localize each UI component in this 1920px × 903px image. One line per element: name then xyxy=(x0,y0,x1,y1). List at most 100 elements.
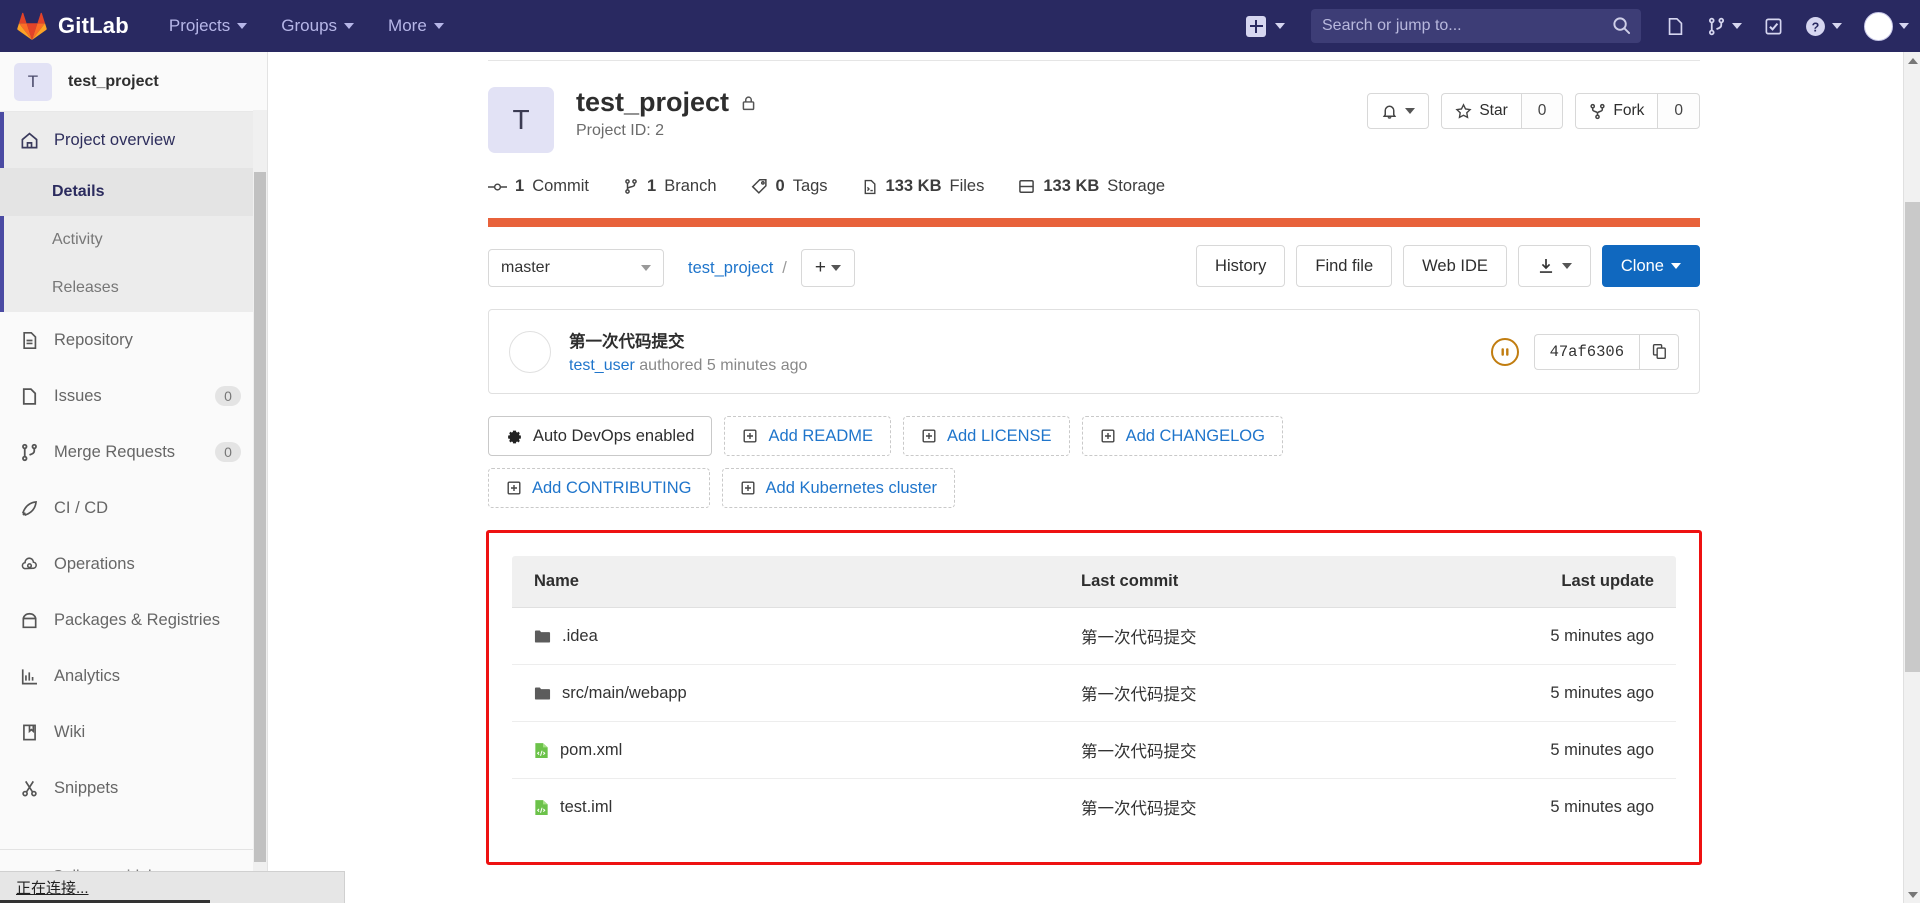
nav-groups[interactable]: Groups xyxy=(281,0,355,52)
add-readme-button[interactable]: Add README xyxy=(724,416,891,456)
notification-button[interactable] xyxy=(1367,93,1430,129)
sidebar-item-repository[interactable]: Repository xyxy=(0,312,267,368)
chevron-down-icon xyxy=(1405,108,1416,114)
sidebar-scrollbar-thumb[interactable] xyxy=(254,172,266,862)
new-item-button[interactable] xyxy=(1246,15,1285,37)
stat-branches[interactable]: 1 Branch xyxy=(623,177,717,196)
commit-right-group: 47af6306 xyxy=(1490,333,1679,370)
sidebar-item-issues[interactable]: Issues 0 xyxy=(0,368,267,424)
sidebar-subitem-releases[interactable]: Releases xyxy=(0,264,267,312)
auto-devops-button[interactable]: Auto DevOps enabled xyxy=(488,416,713,456)
breadcrumb-root[interactable]: test_project xyxy=(688,259,773,278)
file-link[interactable]: test.iml xyxy=(534,798,1037,817)
file-icon xyxy=(862,178,878,196)
sidebar-project-avatar: T xyxy=(14,62,52,101)
file-name: src/main/webapp xyxy=(562,683,687,702)
sidebar-item-packages-registries[interactable]: Packages & Registries xyxy=(0,592,267,648)
file-commit-cell[interactable]: 第一次代码提交 xyxy=(1059,664,1479,722)
stat-commits-label: Commit xyxy=(532,177,590,195)
merge-requests-nav-button[interactable] xyxy=(1696,0,1753,52)
table-row[interactable]: .idea 第一次代码提交 5 minutes ago xyxy=(512,607,1676,665)
plus-icon: + xyxy=(814,257,826,278)
search-input[interactable] xyxy=(1322,17,1630,35)
file-link[interactable]: src/main/webapp xyxy=(534,684,1037,703)
page-title: test_project xyxy=(576,87,730,117)
chevron-down-icon xyxy=(1899,23,1909,29)
fork-button[interactable]: Fork xyxy=(1575,93,1658,129)
sidebar-scrollbar-track[interactable] xyxy=(253,110,267,903)
sidebar-project-header[interactable]: T test_project xyxy=(0,52,267,112)
stat-tags[interactable]: 0 Tags xyxy=(751,177,828,196)
quick-action-label: Add README xyxy=(768,426,873,445)
sidebar-subitem-details[interactable]: Details xyxy=(0,168,267,216)
plus-box-icon xyxy=(740,480,756,496)
help-icon: ? xyxy=(1805,16,1826,37)
star-button[interactable]: Star xyxy=(1441,93,1521,129)
file-link[interactable]: .idea xyxy=(534,627,1037,646)
language-bar[interactable] xyxy=(488,218,1700,227)
quick-action-label: Add CONTRIBUTING xyxy=(532,478,692,497)
gitlab-logo-icon[interactable] xyxy=(12,0,52,52)
file-commit-cell[interactable]: 第一次代码提交 xyxy=(1059,721,1479,779)
scroll-down-button[interactable] xyxy=(1904,886,1920,903)
add-to-tree-button[interactable]: + xyxy=(800,249,855,287)
nav-projects[interactable]: Projects xyxy=(169,0,248,52)
sidebar-item-snippets[interactable]: Snippets xyxy=(0,760,267,816)
stat-storage[interactable]: 133 KB Storage xyxy=(1018,177,1165,196)
file-link[interactable]: pom.xml xyxy=(534,741,1037,760)
sidebar-badge-issues: 0 xyxy=(215,386,241,406)
add-changelog-button[interactable]: Add CHANGELOG xyxy=(1081,416,1283,456)
add-contributing-button[interactable]: Add CONTRIBUTING xyxy=(488,468,710,508)
todos-nav-button[interactable] xyxy=(1753,0,1794,52)
add-kubernetes-cluster-button[interactable]: Add Kubernetes cluster xyxy=(721,468,956,508)
clone-button[interactable]: Clone xyxy=(1601,245,1700,287)
table-row[interactable]: src/main/webapp 第一次代码提交 5 minutes ago xyxy=(512,664,1676,722)
download-button[interactable] xyxy=(1517,245,1591,287)
user-menu-button[interactable] xyxy=(1853,0,1920,52)
find-file-button[interactable]: Find file xyxy=(1296,245,1393,287)
copy-icon[interactable] xyxy=(1639,333,1679,370)
rocket-icon xyxy=(20,499,39,518)
sidebar-item-analytics[interactable]: Analytics xyxy=(0,648,267,704)
column-header-name: Name xyxy=(512,556,1060,608)
sidebar-subitem-activity[interactable]: Activity xyxy=(0,216,267,264)
table-row[interactable]: pom.xml 第一次代码提交 5 minutes ago xyxy=(512,721,1676,779)
sidebar-subitem-label: Details xyxy=(52,183,105,200)
page-scrollbar-thumb[interactable] xyxy=(1905,202,1920,672)
issues-nav-button[interactable] xyxy=(1655,0,1696,52)
plus-box-icon xyxy=(921,428,937,444)
page-scrollbar[interactable] xyxy=(1903,52,1920,903)
sidebar-item-wiki[interactable]: Wiki xyxy=(0,704,267,760)
pipeline-pending-icon[interactable] xyxy=(1490,337,1519,366)
sidebar-nav: Project overview Details Activity Releas… xyxy=(0,112,267,816)
history-button[interactable]: History xyxy=(1196,245,1286,287)
chevron-down-icon xyxy=(1275,23,1285,29)
stat-files[interactable]: 133 KB Files xyxy=(862,177,984,196)
stat-commits[interactable]: 1 Commit xyxy=(488,177,589,196)
sidebar-item-project-overview[interactable]: Project overview xyxy=(0,112,267,168)
table-row[interactable]: test.iml 第一次代码提交 5 minutes ago xyxy=(512,779,1676,836)
global-search[interactable] xyxy=(1311,9,1641,43)
web-ide-button[interactable]: Web IDE xyxy=(1403,245,1507,287)
sidebar-item-ci-cd[interactable]: CI / CD xyxy=(0,480,267,536)
nav-more[interactable]: More xyxy=(388,0,444,52)
stat-storage-value: 133 KB xyxy=(1043,177,1100,195)
file-commit-cell[interactable]: 第一次代码提交 xyxy=(1059,779,1478,836)
commit-meta: test_user authored 5 minutes ago xyxy=(569,357,807,375)
help-nav-button[interactable]: ? xyxy=(1794,0,1853,52)
scroll-up-button[interactable] xyxy=(1904,52,1920,69)
commit-message[interactable]: 第一次代码提交 xyxy=(569,328,807,352)
file-commit-cell[interactable]: 第一次代码提交 xyxy=(1059,607,1479,665)
nav-more-label: More xyxy=(388,16,427,35)
file-name-cell: .idea xyxy=(512,607,1060,665)
issues-icon xyxy=(1666,17,1685,36)
commit-sha[interactable]: 47af6306 xyxy=(1533,333,1639,370)
file-name-cell: pom.xml xyxy=(512,721,1060,779)
add-license-button[interactable]: Add LICENSE xyxy=(903,416,1070,456)
branch-selector[interactable]: master xyxy=(488,249,664,287)
sidebar-item-operations[interactable]: Operations xyxy=(0,536,267,592)
sidebar-item-merge-requests[interactable]: Merge Requests 0 xyxy=(0,424,267,480)
sidebar-item-label: CI / CD xyxy=(54,498,109,517)
commit-author[interactable]: test_user xyxy=(569,357,635,374)
sidebar-item-label: Snippets xyxy=(54,778,119,797)
